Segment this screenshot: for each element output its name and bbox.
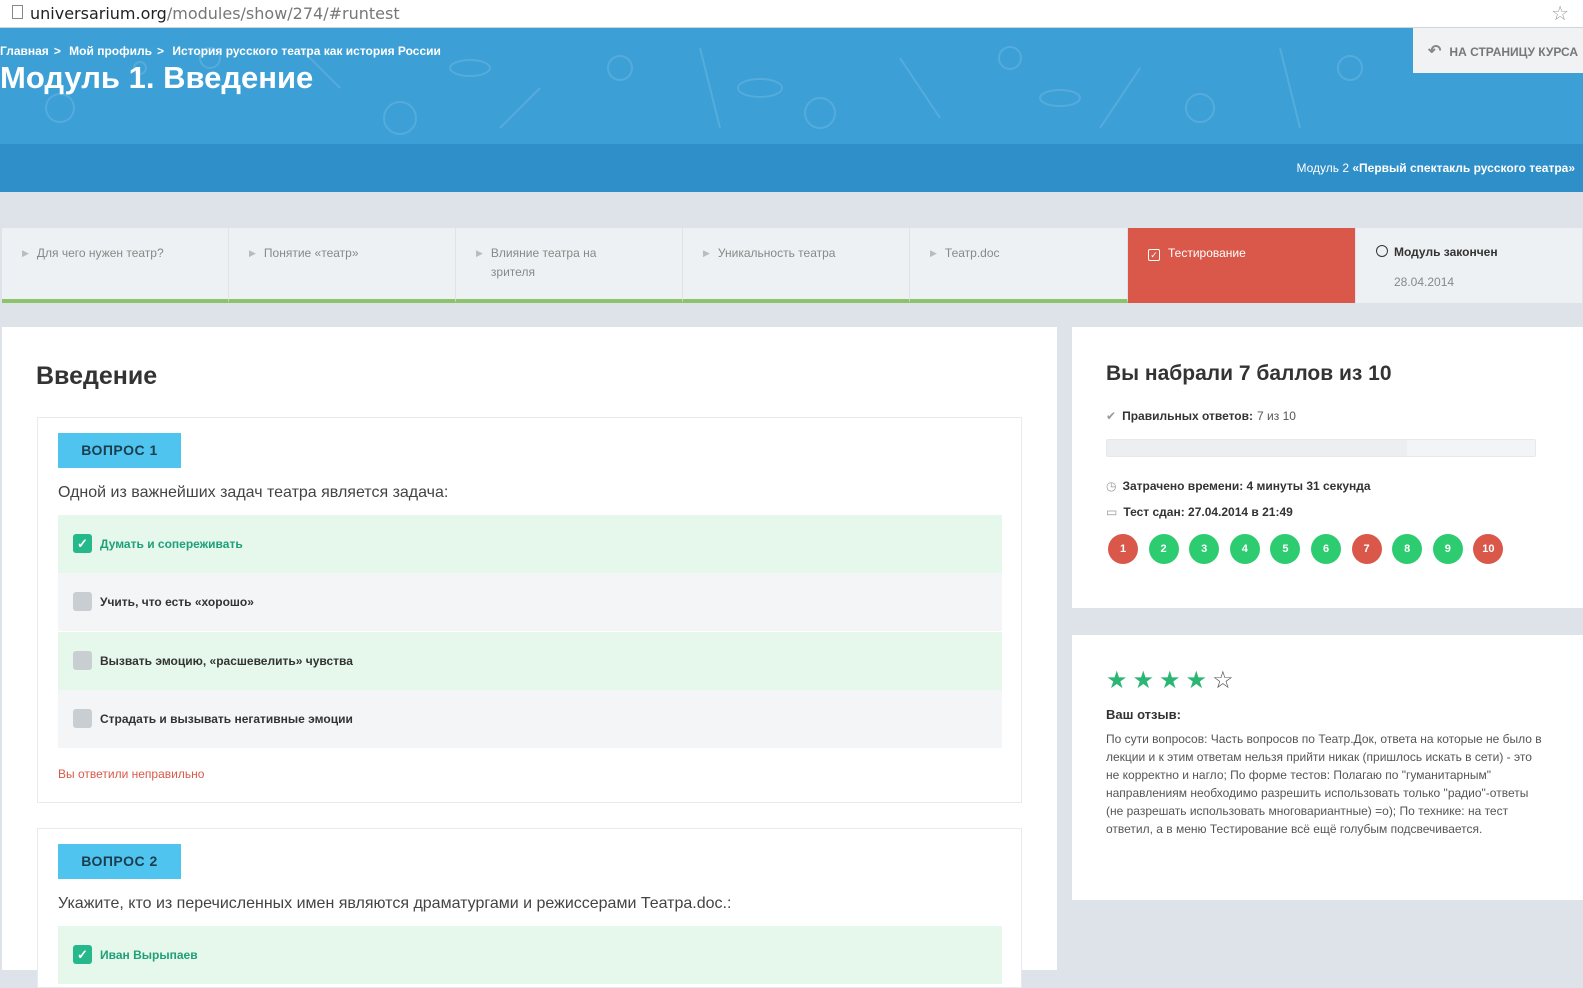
- clock-icon: [1376, 245, 1388, 257]
- breadcrumb-link[interactable]: Мой профиль: [69, 44, 152, 58]
- breadcrumb: Главная > Мой профиль > История русского т…: [0, 44, 441, 58]
- review-text: По сути вопросов: Часть вопросов по Теат…: [1106, 732, 1542, 836]
- question-result-badge[interactable]: 1: [1108, 534, 1138, 564]
- course-page-button[interactable]: ↶ НА СТРАНИЦУ КУРСА: [1413, 28, 1583, 73]
- module-header: Главная > Мой профиль > История русского т…: [0, 28, 1583, 144]
- question-result-badge[interactable]: 10: [1473, 534, 1504, 564]
- step-item[interactable]: ▶ Для чего нужен театр?: [2, 228, 229, 303]
- score-progress-bar: [1106, 439, 1536, 457]
- score-title: Вы набрали 7 баллов из 10: [1106, 362, 1392, 385]
- reply-arrow-icon: ↶: [1428, 43, 1442, 60]
- breadcrumb-link[interactable]: Главная: [0, 44, 49, 58]
- question-result-badge[interactable]: 3: [1189, 534, 1220, 564]
- answer-option[interactable]: ✓ Думать и сопереживать: [58, 515, 1002, 573]
- next-module-bar: Модуль 2 «Первый спектакль русского теат…: [0, 144, 1583, 192]
- answer-option[interactable]: ✓ Иван Вырыпаев: [58, 926, 1002, 984]
- step-item[interactable]: ▶ Театр.doc: [910, 228, 1128, 303]
- question-result-badge[interactable]: 6: [1311, 534, 1341, 564]
- time-spent-row: ◷ Затрачено времени: 4 минуты 31 секунда: [1106, 479, 1371, 493]
- play-icon: ▶: [476, 248, 483, 258]
- calendar-icon: ▭: [1106, 505, 1118, 519]
- question-result-badge[interactable]: 8: [1392, 534, 1423, 564]
- score-progress-fill: [1107, 440, 1407, 456]
- check-icon: ✔: [1106, 409, 1117, 423]
- question-result-badge[interactable]: 7: [1351, 534, 1382, 564]
- page-title: Модуль 1. Введение: [0, 60, 314, 95]
- checkbox-icon: ✓: [1148, 249, 1160, 261]
- checkbox-checked-icon[interactable]: ✓: [73, 945, 92, 964]
- play-icon: ▶: [22, 248, 29, 258]
- answer-option[interactable]: Страдать и вызывать негативные эмоции: [58, 690, 1002, 748]
- score-panel: Вы набрали 7 баллов из 10 ✔ Правильных от…: [1072, 327, 1583, 608]
- step-item[interactable]: ▶ Уникальность театра: [683, 228, 910, 303]
- question-result-badge[interactable]: 2: [1148, 534, 1179, 564]
- answer-option[interactable]: Учить, что есть «хорошо»: [58, 573, 1002, 631]
- review-label: Ваш отзыв:: [1106, 707, 1181, 722]
- page-icon: [12, 5, 23, 19]
- breadcrumb-link[interactable]: История русского театра как история Росс…: [172, 44, 441, 58]
- question-text: Одной из важнейших задач театра является…: [58, 484, 449, 501]
- question-card: ВОПРОС 2 Укажите, кто из перечисленных и…: [37, 828, 1022, 988]
- lesson-steps: ▶ Для чего нужен театр? ▶ Понятие «театр» …: [2, 228, 1583, 303]
- star-filled-icon[interactable]: ★: [1159, 667, 1183, 694]
- step-item[interactable]: ▶ Понятие «театр»: [229, 228, 456, 303]
- browser-address-bar[interactable]: universarium.org/modules/show/274/#runte…: [0, 0, 1583, 28]
- rating-stars: ★ ★ ★ ★ ☆: [1106, 666, 1236, 695]
- step-item-finished: Модуль закончен 28.04.2014: [1356, 228, 1583, 303]
- question-result-badge[interactable]: 4: [1229, 534, 1260, 564]
- play-icon: ▶: [703, 248, 710, 258]
- finish-date: 28.04.2014: [1394, 275, 1455, 289]
- star-filled-icon[interactable]: ★: [1186, 667, 1210, 694]
- clock-icon: ◷: [1106, 479, 1117, 493]
- bookmark-star-icon[interactable]: ☆: [1551, 1, 1569, 26]
- play-icon: ▶: [249, 248, 256, 258]
- play-icon: ▶: [930, 248, 937, 258]
- step-item[interactable]: ▶ Влияние театра на зрителя: [456, 228, 683, 303]
- url-text[interactable]: universarium.org/modules/show/274/#runte…: [30, 4, 400, 23]
- star-filled-icon[interactable]: ★: [1133, 667, 1157, 694]
- test-panel: Введение ВОПРОС 1 Одной из важнейших зад…: [2, 327, 1057, 988]
- checkbox-checked-icon[interactable]: ✓: [73, 534, 92, 553]
- checkbox-icon[interactable]: [73, 709, 92, 728]
- checkbox-icon[interactable]: [73, 651, 92, 670]
- question-tag: ВОПРОС 1: [58, 433, 181, 468]
- question-text: Укажите, кто из перечисленных имен являю…: [58, 895, 732, 912]
- step-item-testing[interactable]: ✓ Тестирование: [1128, 228, 1356, 303]
- star-filled-icon[interactable]: ★: [1106, 667, 1130, 694]
- next-module-link[interactable]: Модуль 2 «Первый спектакль русского теат…: [1296, 161, 1575, 175]
- question-tag: ВОПРОС 2: [58, 844, 181, 879]
- test-date-row: ▭ Тест сдан: 27.04.2014 в 21:49: [1106, 505, 1293, 519]
- checkbox-icon[interactable]: [73, 592, 92, 611]
- answer-option[interactable]: Вызвать эмоцию, «расшевелить» чувства: [58, 632, 1002, 690]
- correct-answers-row: ✔ Правильных ответов: 7 из 10: [1106, 409, 1296, 423]
- question-result-badge[interactable]: 5: [1270, 534, 1301, 564]
- section-title: Введение: [36, 362, 158, 390]
- review-panel: ★ ★ ★ ★ ☆ Ваш отзыв: По сути вопросов: Часть…: [1072, 635, 1583, 900]
- answer-verdict: Вы ответили неправильно: [58, 767, 205, 781]
- star-empty-icon[interactable]: ☆: [1212, 667, 1236, 694]
- question-card: ВОПРОС 1 Одной из важнейших задач театра…: [37, 417, 1022, 803]
- question-result-badge[interactable]: 9: [1432, 534, 1463, 564]
